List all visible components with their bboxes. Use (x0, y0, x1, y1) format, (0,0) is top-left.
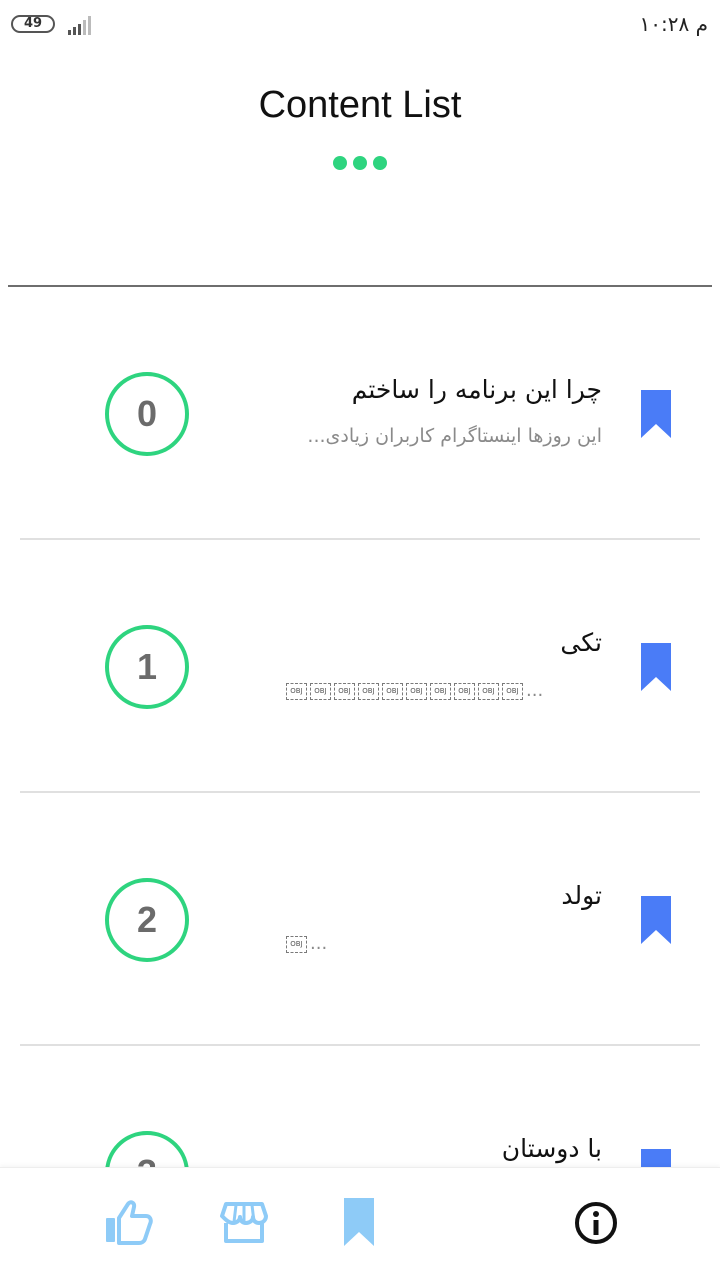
bookmark-icon[interactable] (641, 896, 671, 944)
item-number-badge: 1 (105, 625, 189, 709)
page-title: Content List (258, 84, 462, 126)
list-item[interactable]: 1 تکی OBJ OBJ OBJ OBJ OBJ OBJ OBJ OBJ OBJ OBJ... (0, 540, 720, 793)
placeholder-glyph: OBJ (358, 683, 379, 700)
placeholder-glyph: OBJ (430, 683, 451, 700)
loading-dot (333, 156, 347, 170)
item-subtitle-placeholders: OBJ... (286, 933, 327, 953)
item-number-badge: 0 (105, 372, 189, 456)
item-title: تولد (561, 881, 602, 910)
status-clock: ۱۰:۲۸ م (639, 12, 708, 36)
placeholder-glyph: OBJ (454, 683, 475, 700)
item-title: چرا این برنامه را ساختم (351, 375, 602, 404)
item-title: با دوستان (501, 1134, 602, 1163)
loading-dots (333, 156, 389, 172)
bookmark-icon[interactable] (641, 390, 671, 438)
subtitle-ellipsis: ... (526, 680, 544, 701)
placeholder-glyph: OBJ (502, 683, 523, 700)
placeholder-glyph: OBJ (478, 683, 499, 700)
status-bar: 49 ۱۰:۲۸ م (0, 0, 720, 50)
subtitle-ellipsis: ... (310, 933, 328, 954)
loading-dot (353, 156, 367, 170)
placeholder-glyph: OBJ (382, 683, 403, 700)
content-list[interactable]: 0 چرا این برنامه را ساختم این روزها اینس… (0, 287, 720, 1167)
item-subtitle: این روزها اینستاگرام کاربران زیادی... (307, 425, 602, 447)
loading-dot (373, 156, 387, 170)
bookmark-icon[interactable] (334, 1198, 384, 1248)
placeholder-glyph: OBJ (334, 683, 355, 700)
store-icon[interactable] (219, 1198, 269, 1248)
placeholder-glyph: OBJ (310, 683, 331, 700)
thumbs-up-icon[interactable] (104, 1198, 154, 1248)
item-number-badge: 3 (105, 1131, 189, 1167)
list-item[interactable]: 3 با دوستان (0, 1046, 720, 1167)
battery-indicator: 49 (11, 15, 55, 33)
app-screen: 49 ۱۰:۲۸ م Content List 0 چرا این برنامه… (0, 0, 720, 1280)
list-item[interactable]: 2 تولد OBJ... (0, 793, 720, 1046)
list-item[interactable]: 0 چرا این برنامه را ساختم این روزها اینس… (0, 287, 720, 540)
bottom-navigation (0, 1167, 720, 1280)
bookmark-icon[interactable] (641, 643, 671, 691)
item-subtitle-placeholders: OBJ OBJ OBJ OBJ OBJ OBJ OBJ OBJ OBJ OBJ... (286, 680, 543, 700)
item-number-badge: 2 (105, 878, 189, 962)
placeholder-glyph: OBJ (286, 936, 307, 953)
placeholder-glyph: OBJ (406, 683, 427, 700)
signal-strength-icon (68, 16, 91, 35)
item-title: تکی (560, 628, 602, 657)
info-icon[interactable] (571, 1198, 621, 1248)
placeholder-glyph: OBJ (286, 683, 307, 700)
bookmark-icon[interactable] (641, 1149, 671, 1167)
